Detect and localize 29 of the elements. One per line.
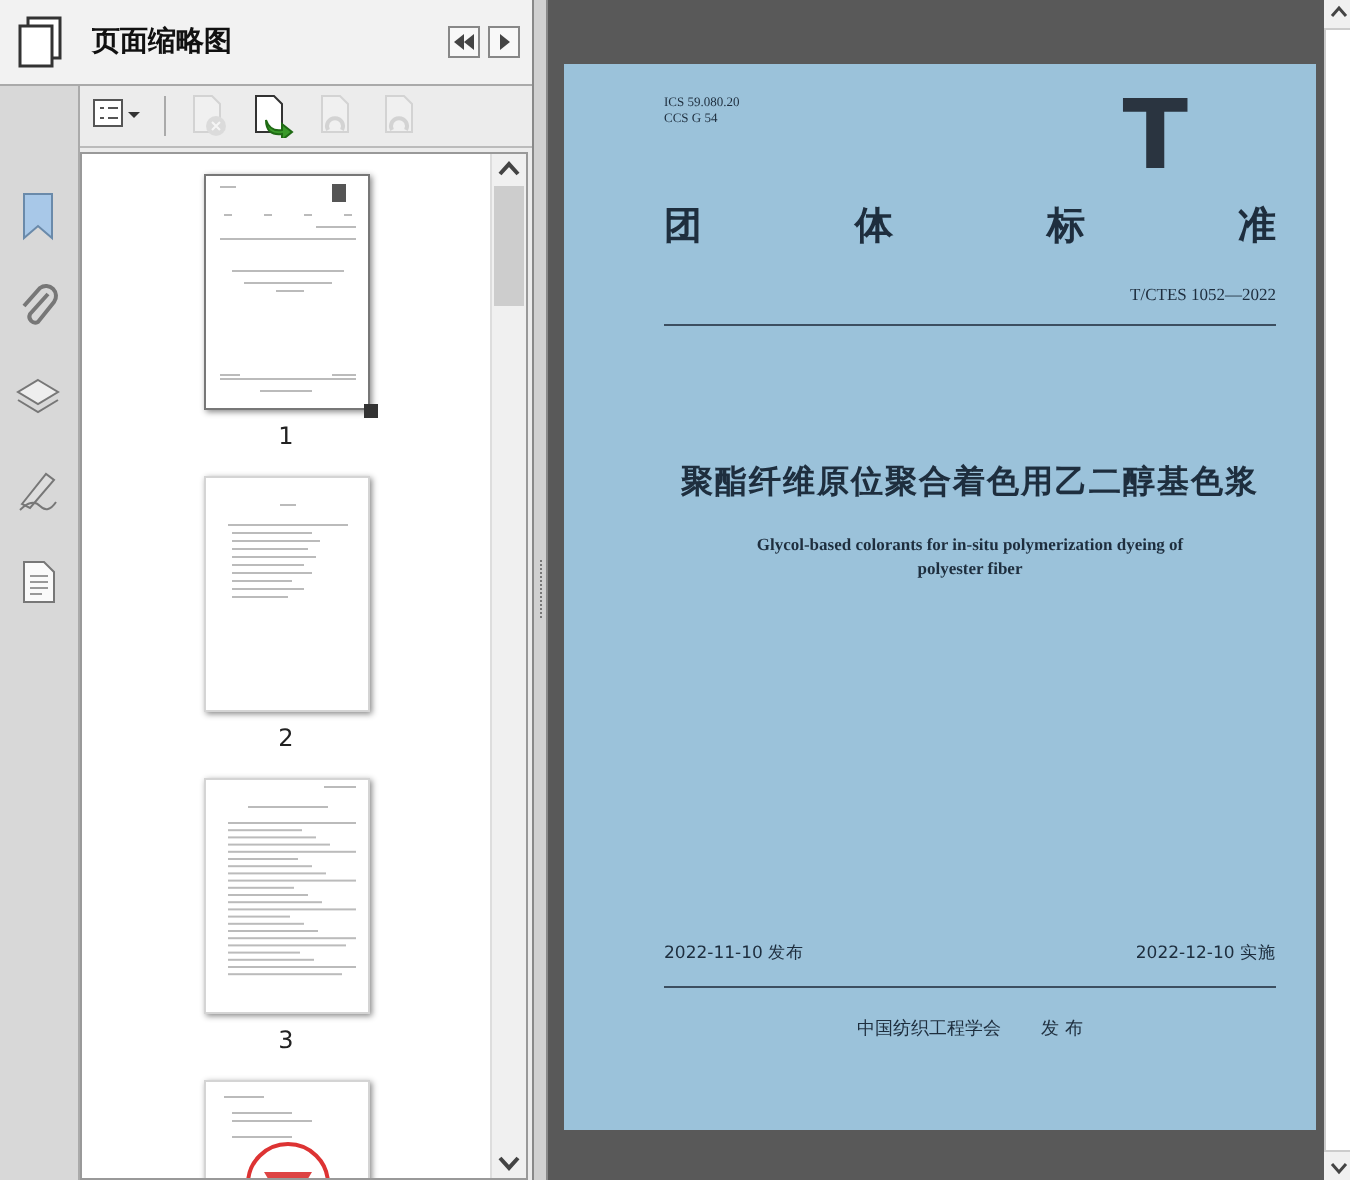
double-left-arrow-icon: [452, 32, 476, 52]
pages-icon: [16, 16, 64, 68]
scroll-thumb[interactable]: [494, 186, 524, 306]
document-title: 聚酯纤维原位聚合着色用乙二醇基色浆: [681, 462, 1259, 504]
publish-label: 发 布: [1041, 1017, 1083, 1042]
standard-number: T/CTES 1052—2022: [1130, 284, 1276, 304]
page-number: 3: [278, 1026, 294, 1054]
options-menu-button[interactable]: [488, 26, 520, 58]
grip-icon: [537, 560, 543, 620]
english-title: Glycol-based colorants for in-situ polymerization dyeing of polyester fiber: [754, 532, 1186, 580]
issue-date: 2022-11-10 发布: [664, 942, 805, 966]
resize-handle[interactable]: [363, 404, 377, 418]
heading-character: 标: [1046, 202, 1085, 252]
insert-page-button[interactable]: [250, 92, 294, 140]
page-number: 1: [278, 422, 294, 450]
page-thumbnail[interactable]: [203, 174, 369, 410]
heading-character: 体: [855, 202, 894, 252]
splitter-handle[interactable]: [534, 0, 548, 1180]
page-number: 2: [278, 724, 294, 752]
panel-title: 页面缩略图: [92, 24, 234, 60]
publisher-name: 中国纺织工程学会: [857, 1017, 1002, 1042]
effective-date: 2022-12-10 实施: [1135, 942, 1276, 966]
standard-logo: T: [1122, 96, 1188, 176]
heading-character: 准: [1237, 202, 1276, 252]
collapse-panel-button[interactable]: [448, 26, 480, 58]
heading-character: 团: [664, 202, 702, 252]
right-arrow-icon: [496, 32, 512, 52]
insert-page-icon: [250, 94, 294, 138]
scrollbar[interactable]: [1324, 0, 1350, 1180]
